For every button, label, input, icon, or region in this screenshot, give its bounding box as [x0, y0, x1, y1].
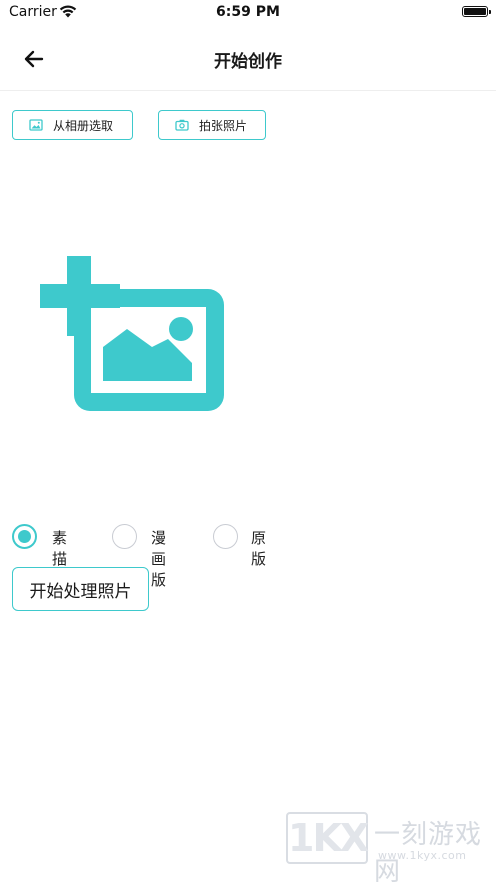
- watermark-url: www.1kyx.com: [378, 849, 467, 862]
- start-processing-button[interactable]: 开始处理照片: [12, 567, 149, 611]
- pick-from-album-label: 从相册选取: [53, 118, 114, 133]
- clock-time: 6:59 PM: [216, 4, 280, 20]
- page-title: 开始创作: [214, 52, 282, 72]
- radio-comic[interactable]: [112, 524, 137, 549]
- add-image-icon: [40, 256, 224, 415]
- watermark-box: 1KX: [286, 812, 369, 864]
- take-photo-button[interactable]: 拍张照片: [158, 110, 266, 140]
- battery-icon: [462, 6, 491, 17]
- image-icon: [29, 119, 43, 131]
- watermark-logo: 1KX 一刻游戏网 www.1kyx.com: [286, 812, 492, 887]
- camera-icon: [175, 119, 189, 131]
- add-image-placeholder[interactable]: [40, 256, 224, 411]
- take-photo-label: 拍张照片: [199, 118, 248, 133]
- radio-original[interactable]: [213, 524, 238, 549]
- navigation-bar: 开始创作: [0, 28, 496, 91]
- radio-comic-label[interactable]: 漫画版: [151, 527, 166, 590]
- radio-original-label[interactable]: 原版: [251, 527, 266, 569]
- status-bar: Carrier 6:59 PM: [0, 0, 496, 26]
- radio-sketch[interactable]: [12, 524, 37, 549]
- pick-from-album-button[interactable]: 从相册选取: [12, 110, 133, 140]
